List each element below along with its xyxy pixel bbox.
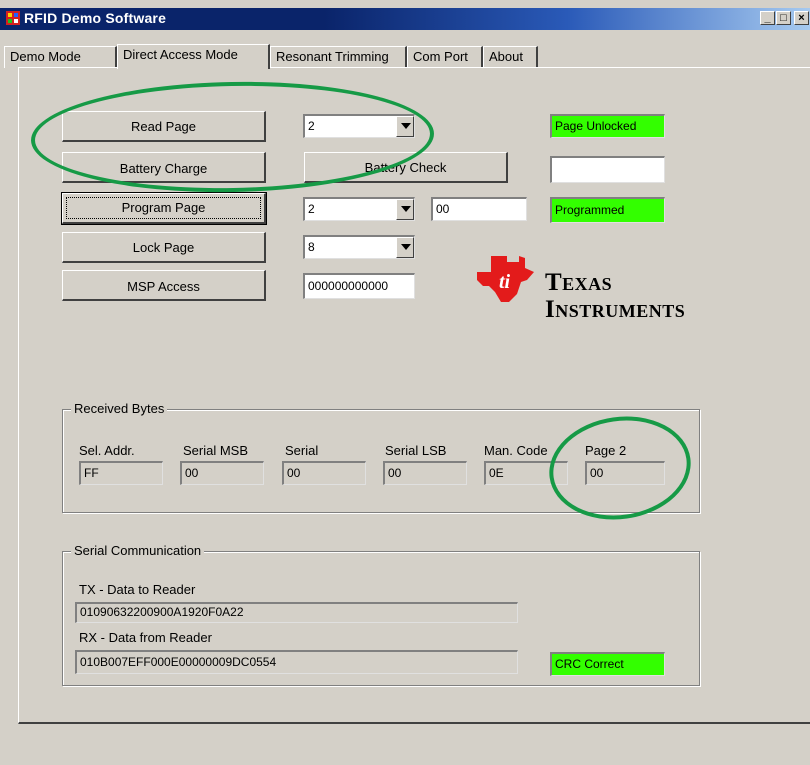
tab-about[interactable]: About <box>483 46 538 68</box>
rx-label: RX - Data from Reader <box>79 630 212 645</box>
program-page-button[interactable]: Program Page <box>61 192 267 225</box>
program-data-input[interactable]: 00 <box>431 197 527 221</box>
tab-demo-mode[interactable]: Demo Mode <box>4 46 117 68</box>
chevron-down-icon[interactable] <box>396 237 414 258</box>
rx-data-field: 010B007EFF000E00000009DC0554 <box>75 650 518 674</box>
lock-page-button[interactable]: Lock Page <box>62 232 266 263</box>
serial-lsb-label: Serial LSB <box>385 443 447 458</box>
serial-communication-legend: Serial Communication <box>71 543 205 558</box>
msp-access-button[interactable]: MSP Access <box>62 270 266 301</box>
svg-text:ti: ti <box>499 271 511 293</box>
logo-instruments-text: Instruments <box>545 296 686 323</box>
msp-access-input[interactable]: 000000000000 <box>303 273 415 299</box>
lock-page-select[interactable]: 8 <box>303 235 415 259</box>
lock-page-select-value: 8 <box>308 240 315 254</box>
man-code-label: Man. Code <box>484 443 548 458</box>
title-bar[interactable]: RFID Demo Software _ □ × <box>0 8 810 30</box>
window-bottom-area <box>0 724 810 765</box>
received-bytes-legend: Received Bytes <box>71 401 168 416</box>
programmed-status: Programmed <box>550 197 665 223</box>
tab-com-port[interactable]: Com Port <box>407 46 483 68</box>
program-page-select-value: 2 <box>308 202 315 216</box>
tx-label: TX - Data to Reader <box>79 582 196 597</box>
chevron-down-icon[interactable] <box>396 199 414 220</box>
minimize-icon: _ <box>764 12 771 24</box>
serial-lsb-field: 00 <box>383 461 467 485</box>
logo-texas-text: Texas <box>545 269 613 296</box>
minimize-button[interactable]: _ <box>760 11 775 25</box>
focus-ring <box>66 197 261 219</box>
serial-msb-field: 00 <box>180 461 264 485</box>
serial-msb-label: Serial MSB <box>183 443 249 458</box>
serial-field: 00 <box>282 461 366 485</box>
sel-addr-field: FF <box>79 461 163 485</box>
tab-direct-access-mode[interactable]: Direct Access Mode <box>117 44 270 69</box>
sel-addr-label: Sel. Addr. <box>79 443 135 458</box>
texas-instruments-logo-icon: ti <box>477 256 534 302</box>
program-page-select[interactable]: 2 <box>303 197 415 221</box>
page-unlocked-status: Page Unlocked <box>550 114 665 138</box>
window-title: RFID Demo Software <box>24 10 167 26</box>
crc-status: CRC Correct <box>550 652 665 676</box>
tx-data-field: 01090632200900A1920F0A22 <box>75 602 518 623</box>
serial-label: Serial <box>285 443 319 458</box>
close-icon: × <box>798 12 805 24</box>
app-window: RFID Demo Software _ □ × Demo Mode Direc… <box>0 0 810 765</box>
app-icon <box>6 11 20 25</box>
battery-status-field <box>550 156 665 183</box>
close-button[interactable]: × <box>794 11 809 25</box>
maximize-icon: □ <box>780 12 787 24</box>
maximize-button[interactable]: □ <box>776 11 791 25</box>
tab-resonant-trimming[interactable]: Resonant Trimming <box>270 46 407 68</box>
